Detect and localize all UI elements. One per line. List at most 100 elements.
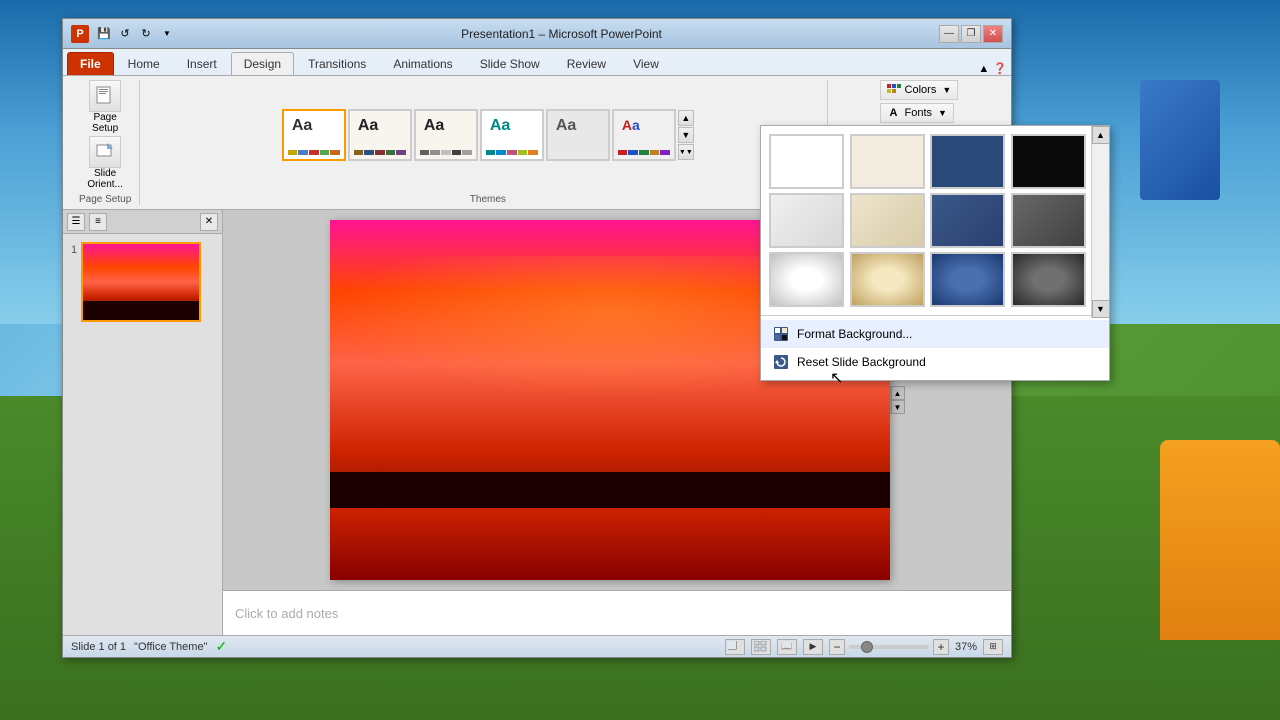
tab-transitions[interactable]: Transitions	[295, 52, 379, 75]
colors-dropdown-arrow: ▼	[942, 85, 951, 95]
zoom-track[interactable]	[849, 645, 929, 649]
notes-area[interactable]: Click to add notes	[223, 590, 1011, 635]
outline-view-btn[interactable]: ≡	[89, 213, 107, 231]
slide-item-1: 1	[71, 242, 214, 322]
page-setup-label: PageSetup	[92, 112, 118, 134]
bg-style-5[interactable]	[769, 193, 844, 248]
decor-blue	[1140, 80, 1220, 200]
theme-2[interactable]: Aa	[348, 109, 412, 161]
themes-group-label: Themes	[470, 194, 506, 205]
scroll-up-button[interactable]: ▲	[891, 386, 905, 400]
bg-style-4[interactable]	[1011, 134, 1086, 189]
fonts-dropdown-arrow: ▼	[938, 108, 947, 118]
slide-orientation-button[interactable]: SlideOrient...	[80, 136, 130, 190]
bg-style-6[interactable]	[850, 193, 925, 248]
bg-scroll-up-button[interactable]: ▲	[1092, 126, 1110, 144]
tab-home[interactable]: Home	[115, 52, 173, 75]
restore-button[interactable]: ❐	[961, 25, 981, 43]
undo-button[interactable]: ↺	[116, 25, 134, 43]
ribbon-group-themes: Aa Aa	[148, 80, 828, 205]
collapse-ribbon-button[interactable]: ▲	[978, 63, 989, 75]
help-button[interactable]: ❓	[993, 62, 1007, 75]
zoom-out-button[interactable]: −	[829, 639, 845, 655]
qa-more-button[interactable]: ▼	[158, 25, 176, 43]
slide-orientation-icon	[89, 136, 121, 168]
zoom-level: 37%	[955, 641, 977, 653]
window-controls: — ❐ ✕	[939, 25, 1003, 43]
slide-count-label: Slide 1 of 1	[71, 641, 126, 653]
slides-panel-header: ☰ ≡ ✕	[63, 210, 222, 234]
reset-background-item[interactable]: Reset Slide Background	[761, 348, 1109, 376]
bg-scroll-down-button[interactable]: ▼	[1092, 300, 1110, 318]
theme-3[interactable]: Aa	[414, 109, 478, 161]
zoom-slider: − +	[829, 639, 949, 655]
close-button[interactable]: ✕	[983, 25, 1003, 43]
slides-list: 1	[63, 234, 222, 635]
fonts-icon: A	[887, 106, 901, 120]
reading-view-btn[interactable]: 📖	[777, 639, 797, 655]
colors-label: Colors	[905, 84, 937, 96]
theme-5[interactable]: Aa	[546, 109, 610, 161]
fonts-label: Fonts	[905, 107, 933, 119]
fit-to-window-button[interactable]: ⊞	[983, 639, 1003, 655]
tab-slideshow[interactable]: Slide Show	[467, 52, 553, 75]
theme-label: "Office Theme"	[134, 641, 207, 653]
colors-icon	[887, 83, 901, 97]
themes-scroll-down[interactable]: ▼	[678, 127, 694, 143]
tab-view[interactable]: View	[620, 52, 672, 75]
zoom-in-button[interactable]: +	[933, 639, 949, 655]
fonts-button[interactable]: A Fonts ▼	[880, 103, 954, 123]
app-icon: P	[71, 25, 89, 43]
minimize-button[interactable]: —	[939, 25, 959, 43]
bg-dropdown-scrollbar: ▲ ▼	[1091, 126, 1109, 318]
slide-thumbnail-1[interactable]	[81, 242, 201, 322]
slides-view-btn[interactable]: ☰	[67, 213, 85, 231]
theme-4[interactable]: Aa	[480, 109, 544, 161]
tab-review[interactable]: Review	[554, 52, 619, 75]
zoom-thumb[interactable]	[861, 641, 873, 653]
save-button[interactable]: 💾	[95, 25, 113, 43]
spell-check-icon[interactable]: ✓	[215, 638, 227, 655]
ribbon-group-page-setup: PageSetup SlideOrient... Page Setup	[71, 80, 140, 205]
theme-6[interactable]: Aa	[612, 109, 676, 161]
ribbon-tab-bar: File Home Insert Design Transitions Anim…	[63, 49, 1011, 75]
theme-1[interactable]: Aa	[282, 109, 346, 161]
themes-more[interactable]: ▼▼	[678, 144, 694, 160]
bg-style-10[interactable]	[850, 252, 925, 307]
colors-button[interactable]: Colors ▼	[880, 80, 959, 100]
page-setup-icon	[89, 80, 121, 112]
tab-design[interactable]: Design	[231, 52, 294, 75]
tab-insert[interactable]: Insert	[174, 52, 230, 75]
normal-view-btn[interactable]	[725, 639, 745, 655]
bg-style-2[interactable]	[850, 134, 925, 189]
slide-sorter-btn[interactable]	[751, 639, 771, 655]
bg-style-1[interactable]	[769, 134, 844, 189]
bg-style-7[interactable]	[930, 193, 1005, 248]
tab-animations[interactable]: Animations	[380, 52, 465, 75]
slides-panel-close[interactable]: ✕	[200, 213, 218, 231]
slide-orientation-label: SlideOrient...	[87, 168, 123, 190]
page-setup-button[interactable]: PageSetup	[80, 80, 130, 134]
quick-access-toolbar: 💾 ↺ ↻ ▼	[95, 25, 176, 43]
reset-background-label: Reset Slide Background	[797, 355, 926, 369]
status-right: 📖 ▶ − + 37% ⊞	[725, 639, 1003, 655]
bg-style-3[interactable]	[930, 134, 1005, 189]
bg-style-8[interactable]	[1011, 193, 1086, 248]
themes-scroll-up[interactable]: ▲	[678, 110, 694, 126]
bg-style-11[interactable]	[930, 252, 1005, 307]
bg-styles-grid	[761, 126, 1109, 315]
tab-file[interactable]: File	[67, 52, 114, 75]
bg-style-12[interactable]	[1011, 252, 1086, 307]
ribbon-help-area: ▲ ❓	[978, 62, 1007, 75]
title-bar: P 💾 ↺ ↻ ▼ Presentation1 – Microsoft Powe…	[63, 19, 1011, 49]
bg-style-9[interactable]	[769, 252, 844, 307]
page-setup-group-label: Page Setup	[79, 194, 131, 205]
redo-button[interactable]: ↻	[137, 25, 155, 43]
scroll-down-button[interactable]: ▼	[891, 400, 905, 414]
notes-placeholder: Click to add notes	[235, 606, 338, 621]
reset-bg-icon	[773, 354, 789, 370]
bg-dropdown-menu: Format Background... Reset Slide Backgro…	[761, 315, 1109, 380]
format-bg-icon	[773, 326, 789, 342]
format-background-item[interactable]: Format Background...	[761, 320, 1109, 348]
slideshow-btn[interactable]: ▶	[803, 639, 823, 655]
